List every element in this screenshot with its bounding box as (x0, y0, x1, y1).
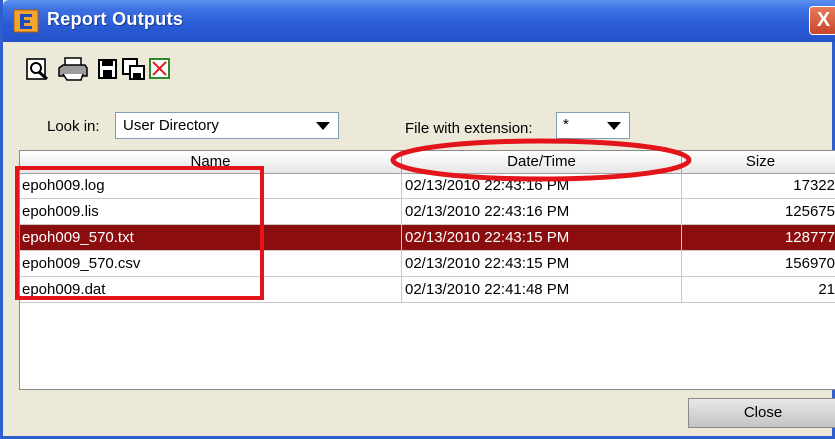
file-datetime-cell: 02/13/2010 22:41:48 PM (402, 277, 682, 303)
close-icon: X (816, 9, 831, 31)
annotation-ellipse (390, 138, 692, 182)
file-datetime-cell: 02/13/2010 22:43:16 PM (402, 199, 682, 225)
save-icon[interactable] (95, 56, 121, 82)
save-as-icon[interactable] (121, 56, 147, 82)
file-size-cell: 125675 (682, 199, 835, 225)
look-in-label: Look in: (47, 118, 100, 135)
annotation-rectangle (15, 166, 264, 300)
file-datetime-cell: 02/13/2010 22:43:15 PM (402, 225, 682, 251)
title-bar[interactable]: Report Outputs X (3, 0, 835, 42)
file-datetime-cell: 02/13/2010 22:43:15 PM (402, 251, 682, 277)
file-size-cell: 128777 (682, 225, 835, 251)
file-size-cell: 156970 (682, 251, 835, 277)
extension-dropdown[interactable]: * (556, 112, 630, 139)
window-title: Report Outputs (47, 9, 184, 29)
extension-value: * (563, 116, 569, 133)
report-outputs-window: Report Outputs X Look in: User Directory… (0, 0, 835, 439)
file-size-cell: 17322 (682, 173, 835, 199)
print-icon[interactable] (57, 56, 89, 82)
preview-icon[interactable] (25, 56, 51, 82)
look-in-value: User Directory (123, 117, 219, 134)
chevron-down-icon[interactable] (316, 122, 330, 130)
app-e-icon (13, 9, 39, 33)
extension-label: File with extension: (405, 120, 533, 137)
window-close-button[interactable]: X (809, 6, 835, 35)
chevron-down-icon[interactable] (607, 122, 621, 130)
file-size-cell: 21 (682, 277, 835, 303)
look-in-dropdown[interactable]: User Directory (115, 112, 339, 139)
column-header-size[interactable]: Size (682, 151, 835, 173)
close-button[interactable]: Close (688, 398, 835, 428)
delete-icon[interactable] (147, 56, 173, 82)
